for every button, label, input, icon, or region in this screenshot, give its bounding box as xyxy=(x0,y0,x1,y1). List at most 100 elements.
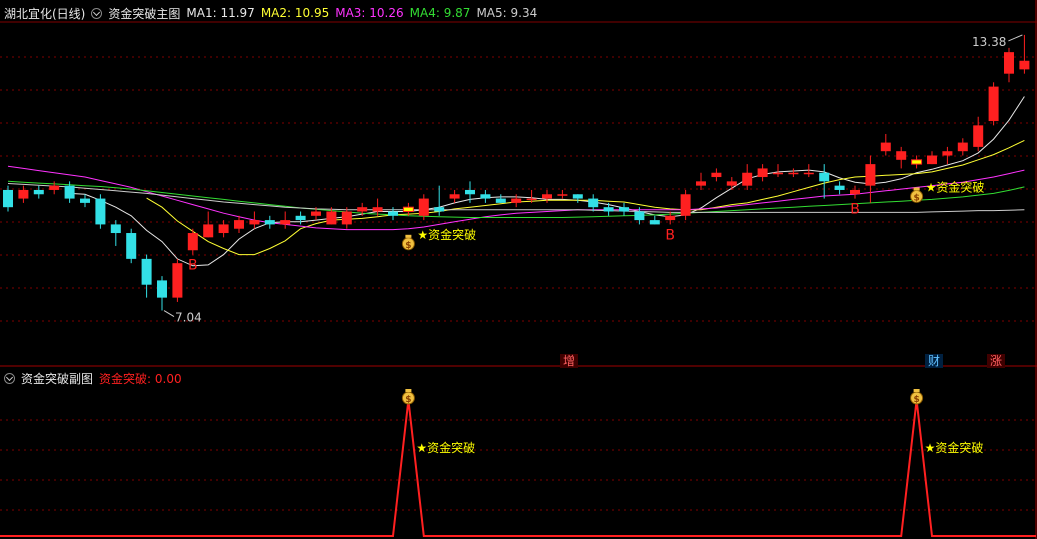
main-chart-header: 湖北宜化(日线) 资金突破主图 MA1: 11.97 MA2: 10.95 MA… xyxy=(4,5,537,21)
candle-body xyxy=(911,159,923,165)
candle-body xyxy=(957,142,968,152)
candle-body xyxy=(665,215,676,221)
candle-body xyxy=(3,189,13,208)
candle xyxy=(742,164,753,190)
candle-body xyxy=(326,211,337,225)
chevron-down-icon[interactable] xyxy=(4,372,15,384)
candle-body xyxy=(680,194,691,216)
candle-body xyxy=(449,194,460,199)
candle xyxy=(511,194,522,208)
stock-name[interactable]: 湖北宜化(日线) xyxy=(4,5,85,22)
candle xyxy=(757,164,768,182)
tag-cai[interactable]: 财 xyxy=(925,354,944,368)
candle xyxy=(126,228,137,264)
candle-body xyxy=(742,172,753,186)
candle xyxy=(3,185,13,212)
tag-zhang[interactable]: 涨 xyxy=(987,354,1006,368)
buy-marker: B xyxy=(850,202,860,218)
low-pointer xyxy=(163,310,175,317)
candle-body xyxy=(110,224,121,234)
candle xyxy=(603,202,614,216)
candle-body xyxy=(18,189,29,199)
money-bag-icon: $ xyxy=(910,187,924,203)
candle-body xyxy=(341,211,352,225)
candle-body xyxy=(157,280,167,298)
candle-body xyxy=(726,181,737,186)
candle xyxy=(619,202,629,216)
money-bag-icon: $ xyxy=(401,234,415,251)
ma4-label: MA4: 9.87 xyxy=(409,6,471,20)
candle xyxy=(33,185,44,199)
candle-body xyxy=(927,155,937,165)
candle-body xyxy=(172,263,183,298)
candle-body xyxy=(588,198,599,208)
candle-body xyxy=(49,185,60,190)
candle-body xyxy=(80,198,90,203)
candle-body xyxy=(64,185,75,199)
candle-body xyxy=(465,189,475,195)
high-price-label: 13.38 xyxy=(972,35,1006,49)
sub-indicator-name[interactable]: 资金突破副图 xyxy=(21,370,93,387)
candle xyxy=(942,146,953,165)
ma2-label: MA2: 10.95 xyxy=(260,6,330,20)
candle-body xyxy=(773,172,783,175)
candle-body xyxy=(187,233,198,251)
candle xyxy=(341,207,352,229)
candle xyxy=(973,116,984,152)
candle-body xyxy=(803,172,814,175)
money-bag-symbol: $ xyxy=(405,241,411,251)
sub-indicator-value: 资金突破: 0.00 xyxy=(99,371,182,386)
money-bag-neck xyxy=(405,234,412,238)
candle-body xyxy=(402,206,414,212)
ma1-label: MA1: 11.97 xyxy=(186,6,255,20)
money-bag-neck xyxy=(913,187,920,191)
candle-body xyxy=(696,181,706,186)
candle-body xyxy=(264,220,275,225)
candle xyxy=(649,215,660,225)
chart-canvas[interactable]: B B B $ ★资金突破 $ ★资金突破 13.38 7.04 $ ★资金突破 $ ★资金突破 xyxy=(0,0,1037,539)
candle xyxy=(588,194,599,212)
fund-breakthrough-label: ★资金突破 xyxy=(926,179,985,194)
candle-body xyxy=(619,207,629,212)
candle xyxy=(480,189,491,203)
chevron-down-icon[interactable] xyxy=(91,7,103,19)
candle xyxy=(264,215,275,229)
high-pointer xyxy=(1008,34,1023,42)
candle xyxy=(572,194,583,203)
money-bag-symbol: $ xyxy=(405,395,411,405)
candle-body xyxy=(1004,52,1014,74)
candle xyxy=(141,254,152,298)
fund-breakthrough-label: ★资金突破 xyxy=(417,227,476,242)
main-indicator-name[interactable]: 资金突破主图 xyxy=(108,5,180,22)
tag-zeng[interactable]: 增 xyxy=(560,354,579,368)
candle-body xyxy=(757,168,768,178)
candle-body xyxy=(280,220,291,225)
candle xyxy=(726,177,737,190)
sub-breakthrough-label: ★资金突破 xyxy=(925,440,984,455)
candle xyxy=(696,172,706,190)
low-price-label: 7.04 xyxy=(175,311,202,325)
candle xyxy=(711,168,722,182)
candle-body xyxy=(511,198,522,203)
candle xyxy=(880,133,891,156)
candle-body xyxy=(203,224,214,238)
candle-body xyxy=(834,185,845,190)
candle xyxy=(680,189,691,221)
candle xyxy=(788,168,799,178)
candle xyxy=(18,185,29,203)
candle-body xyxy=(850,189,860,195)
candle-body xyxy=(418,198,429,216)
candle xyxy=(957,138,968,156)
candle xyxy=(218,220,229,238)
candle xyxy=(234,215,244,234)
candle xyxy=(911,155,923,169)
candle xyxy=(834,181,845,195)
candle-body xyxy=(295,215,306,221)
candle xyxy=(850,185,860,199)
candle xyxy=(449,189,460,203)
candle-body xyxy=(973,125,984,147)
buy-marker: B xyxy=(665,227,675,243)
candle xyxy=(495,194,506,203)
candle xyxy=(865,155,876,203)
candle xyxy=(157,276,167,311)
